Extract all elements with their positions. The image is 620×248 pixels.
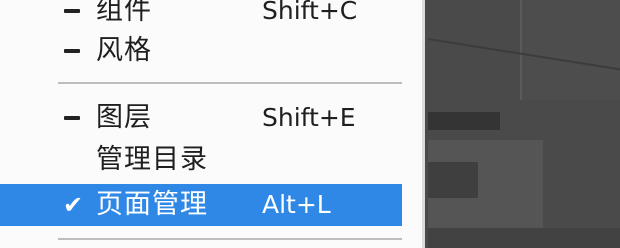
menu-item-shortcut: Shift+E [262, 103, 356, 132]
dash-icon [64, 9, 80, 13]
menu-item-label: 图层 [96, 102, 152, 133]
background-panel [520, 0, 620, 100]
checkmark-icon: ✔ [62, 191, 84, 219]
menu-separator [58, 82, 402, 84]
dash-icon [64, 116, 80, 120]
background-toolbar [428, 112, 500, 130]
background-panel [428, 162, 478, 198]
background-strip [428, 228, 620, 248]
menu-item-label: 管理目录 [96, 144, 208, 175]
menu-item-layers[interactable]: 图层 Shift+E [0, 97, 402, 139]
menu-item-components[interactable]: 组件 Shift+C [0, 0, 402, 32]
menu-item-label: 组件 [96, 0, 152, 26]
menu-separator [58, 238, 402, 240]
menu-item-label: 风格 [96, 35, 152, 66]
menu-item-style[interactable]: 风格 [0, 30, 402, 72]
dash-icon [64, 49, 80, 53]
menu-item-label: 页面管理 [96, 189, 208, 220]
menu-item-shortcut: Alt+L [262, 190, 331, 219]
menu-item-shortcut: Shift+C [262, 0, 358, 25]
view-menu: 组件 Shift+C 风格 图层 Shift+E 管理目录 ✔ 页面管理 Alt… [0, 0, 425, 248]
menu-item-directory[interactable]: 管理目录 [0, 139, 402, 181]
menu-item-page-management[interactable]: ✔ 页面管理 Alt+L [0, 184, 402, 226]
